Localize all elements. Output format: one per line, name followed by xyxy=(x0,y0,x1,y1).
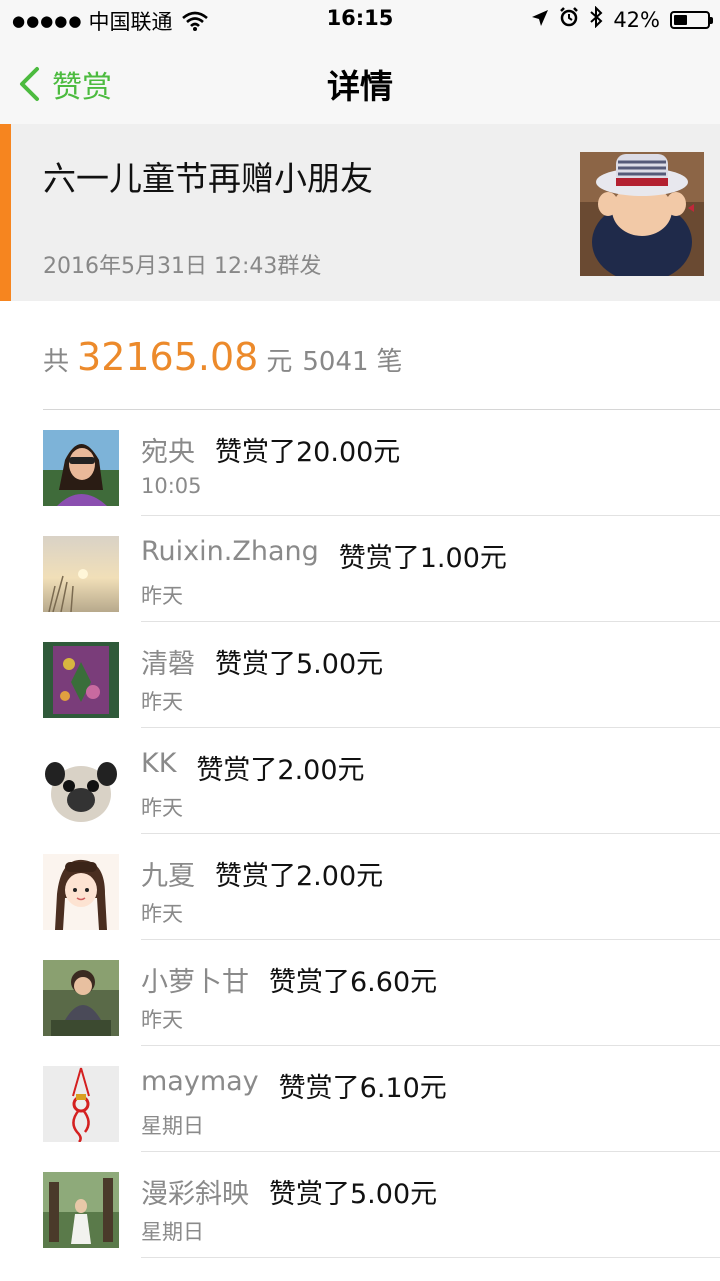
accent-bar xyxy=(0,124,11,301)
list-item[interactable]: 小萝卜甘 赞赏了6.60元 昨天 xyxy=(0,940,720,1046)
list-item[interactable]: 清磬 赞赏了5.00元 昨天 xyxy=(0,622,720,728)
list-item[interactable]: maymay 赞赏了6.10元 星期日 xyxy=(0,1046,720,1152)
reward-time: 星期日 xyxy=(141,1114,204,1138)
reward-amount: 赞赏了1.00元 xyxy=(338,543,507,574)
reward-time: 10:05 xyxy=(141,474,202,498)
reward-content: 共 32165.08 元 5041 笔 宛央 赞赏了20.00元 10:05 R… xyxy=(0,301,720,1281)
reward-amount: 赞赏了6.10元 xyxy=(278,1073,447,1104)
list-item[interactable]: Ruixin.Zhang 赞赏了1.00元 昨天 xyxy=(0,516,720,622)
avatar xyxy=(43,960,119,1036)
avatar xyxy=(43,1172,119,1248)
navigation-bar: 赞赏 详情 xyxy=(0,40,720,125)
reward-time: 昨天 xyxy=(141,902,183,926)
reward-user-name: 清磬 xyxy=(141,649,195,680)
list-item[interactable]: 漫彩斜映 赞赏了5.00元 星期日 xyxy=(0,1152,720,1258)
reward-summary: 共 32165.08 元 5041 笔 xyxy=(43,335,403,379)
reward-amount: 赞赏了5.00元 xyxy=(269,1179,438,1210)
reward-amount: 赞赏了2.00元 xyxy=(215,861,384,892)
count-unit: 笔 xyxy=(376,347,403,377)
bluetooth-icon xyxy=(589,5,603,33)
battery-icon xyxy=(670,10,713,29)
avatar xyxy=(43,642,119,718)
reward-amount: 赞赏了5.00元 xyxy=(215,649,384,680)
reward-user-name: Ruixin.Zhang xyxy=(141,536,319,567)
page-title: 详情 xyxy=(327,67,393,106)
article-thumbnail xyxy=(580,152,704,276)
status-right: 42% xyxy=(531,5,713,33)
reward-user-name: 九夏 xyxy=(141,861,195,892)
avatar xyxy=(43,430,119,506)
article-date: 2016年5月31日 12:43群发 xyxy=(43,254,322,279)
article-title: 六一儿童节再赠小朋友 xyxy=(43,159,373,198)
list-item[interactable]: KK 赞赏了2.00元 昨天 xyxy=(0,728,720,834)
reward-time: 昨天 xyxy=(141,584,183,608)
reward-amount: 赞赏了6.60元 xyxy=(269,967,438,998)
row-divider xyxy=(141,1257,720,1258)
reward-time: 昨天 xyxy=(141,1008,183,1032)
reward-amount: 赞赏了20.00元 xyxy=(215,437,401,468)
reward-user-name: 小萝卜甘 xyxy=(141,967,249,998)
reward-time: 昨天 xyxy=(141,796,183,820)
reward-list: 宛央 赞赏了20.00元 10:05 Ruixin.Zhang 赞赏了1.00元… xyxy=(0,410,720,1258)
battery-percent: 42% xyxy=(613,7,660,32)
status-bar: ●●●●● 中国联通 16:15 42% xyxy=(0,0,720,40)
article-card[interactable]: 六一儿童节再赠小朋友 2016年5月31日 12:43群发 xyxy=(0,124,720,301)
total-amount: 32165.08 xyxy=(77,335,259,379)
alarm-icon xyxy=(559,7,579,32)
summary-prefix: 共 xyxy=(43,347,70,377)
reward-user-name: maymay xyxy=(141,1066,259,1097)
reward-user-name: KK xyxy=(141,748,177,779)
battery-level xyxy=(674,14,687,25)
reward-time: 星期日 xyxy=(141,1220,204,1244)
avatar xyxy=(43,854,119,930)
amount-unit: 元 xyxy=(266,347,293,377)
list-item[interactable]: 宛央 赞赏了20.00元 10:05 xyxy=(0,410,720,516)
reward-user-name: 宛央 xyxy=(141,437,195,468)
list-item[interactable]: 九夏 赞赏了2.00元 昨天 xyxy=(0,834,720,940)
location-arrow-icon xyxy=(531,8,549,32)
avatar xyxy=(43,748,119,824)
avatar xyxy=(43,1066,119,1142)
reward-time: 昨天 xyxy=(141,690,183,714)
reward-amount: 赞赏了2.00元 xyxy=(196,755,365,786)
reward-user-name: 漫彩斜映 xyxy=(141,1179,249,1210)
avatar xyxy=(43,536,119,612)
reward-count: 5041 xyxy=(302,347,369,377)
